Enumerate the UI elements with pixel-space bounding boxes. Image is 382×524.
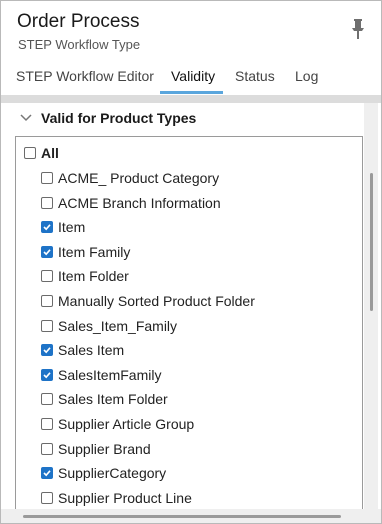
list-item[interactable]: Supplier Article Group xyxy=(41,413,194,435)
tab-bar: STEP Workflow Editor Validity Status Log xyxy=(1,63,381,95)
list-item-label: Item Folder xyxy=(58,268,129,285)
tab-step-workflow-editor[interactable]: STEP Workflow Editor xyxy=(16,68,154,84)
list-item[interactable]: Supplier Brand xyxy=(41,438,151,460)
checkbox[interactable] xyxy=(41,393,53,406)
checkmark-icon xyxy=(43,470,51,477)
list-item-label: Item xyxy=(58,219,86,236)
list-item-all[interactable]: All xyxy=(24,142,59,164)
list-item-label: Sales Item Folder xyxy=(58,391,168,408)
checkmark-icon xyxy=(43,249,51,256)
list-item[interactable]: Manually Sorted Product Folder xyxy=(41,290,255,312)
pin-icon[interactable] xyxy=(351,19,365,39)
list-item-label: ACME Branch Information xyxy=(58,194,221,211)
section-title: Valid for Product Types xyxy=(41,110,197,126)
checkbox[interactable] xyxy=(41,221,53,234)
product-type-list: All ACME_ Product Category ACME Branch In… xyxy=(15,136,363,510)
checkmark-icon xyxy=(43,224,51,231)
workflow-panel: Order Process STEP Workflow Type STEP Wo… xyxy=(0,0,382,524)
list-item-label: ACME_ Product Category xyxy=(58,170,220,186)
checkbox[interactable] xyxy=(41,270,53,283)
list-item-label: SalesItemFamily xyxy=(58,366,162,383)
tab-divider xyxy=(1,95,381,103)
list-item-label: Sales Item xyxy=(58,342,125,359)
checkmark-icon xyxy=(43,347,51,354)
tab-status[interactable]: Status xyxy=(235,68,275,84)
list-item-label: SupplierCategory xyxy=(58,465,167,482)
checkbox[interactable] xyxy=(41,491,53,504)
checkbox[interactable] xyxy=(41,418,53,430)
panel-title: Order Process xyxy=(17,11,140,32)
list-item[interactable]: Sales Item xyxy=(41,339,124,361)
checkbox[interactable] xyxy=(41,319,53,332)
list-item-label: Sales_Item_Family xyxy=(58,317,178,334)
list-item[interactable]: Item Family xyxy=(41,241,130,263)
list-item[interactable]: Sales_Item_Family xyxy=(41,315,177,337)
checkbox-label: All xyxy=(41,145,59,161)
tab-validity[interactable]: Validity xyxy=(171,68,215,84)
checkbox[interactable] xyxy=(41,344,53,357)
list-item-label: Item Family xyxy=(58,243,131,260)
list-item[interactable]: ACME_ Product Category xyxy=(41,167,219,189)
list-item[interactable]: Sales Item Folder xyxy=(41,388,168,410)
active-tab-indicator xyxy=(160,91,223,94)
checkbox[interactable] xyxy=(41,467,53,480)
list-item[interactable]: ACME Branch Information xyxy=(41,192,221,214)
checkmark-icon xyxy=(43,372,51,379)
checkbox[interactable] xyxy=(41,442,53,455)
list-item[interactable]: Item Folder xyxy=(41,265,129,287)
tab-log[interactable]: Log xyxy=(295,68,318,84)
list-item[interactable]: Supplier Product Line xyxy=(41,487,192,509)
checkbox[interactable] xyxy=(41,172,53,184)
section-header[interactable]: Valid for Product Types xyxy=(1,103,363,135)
vertical-scrollbar-thumb[interactable] xyxy=(370,173,373,311)
list-item-label: Supplier Article Group xyxy=(58,416,195,432)
checkbox[interactable] xyxy=(41,368,53,381)
panel-subtitle: STEP Workflow Type xyxy=(18,37,141,52)
list-item-label: Manually Sorted Product Folder xyxy=(58,293,255,309)
list-item-label: Supplier Product Line xyxy=(58,489,192,506)
checkbox[interactable] xyxy=(41,196,53,209)
horizontal-scrollbar-thumb[interactable] xyxy=(23,515,341,518)
list-item[interactable]: SupplierCategory xyxy=(41,462,166,484)
checkbox[interactable] xyxy=(41,295,53,307)
list-item-label: Supplier Brand xyxy=(58,440,151,457)
chevron-down-icon[interactable] xyxy=(20,112,32,124)
checkbox[interactable] xyxy=(41,245,53,258)
list-item[interactable]: Item xyxy=(41,216,85,238)
list-item[interactable]: SalesItemFamily xyxy=(41,364,161,386)
checkbox-all[interactable] xyxy=(24,147,36,159)
